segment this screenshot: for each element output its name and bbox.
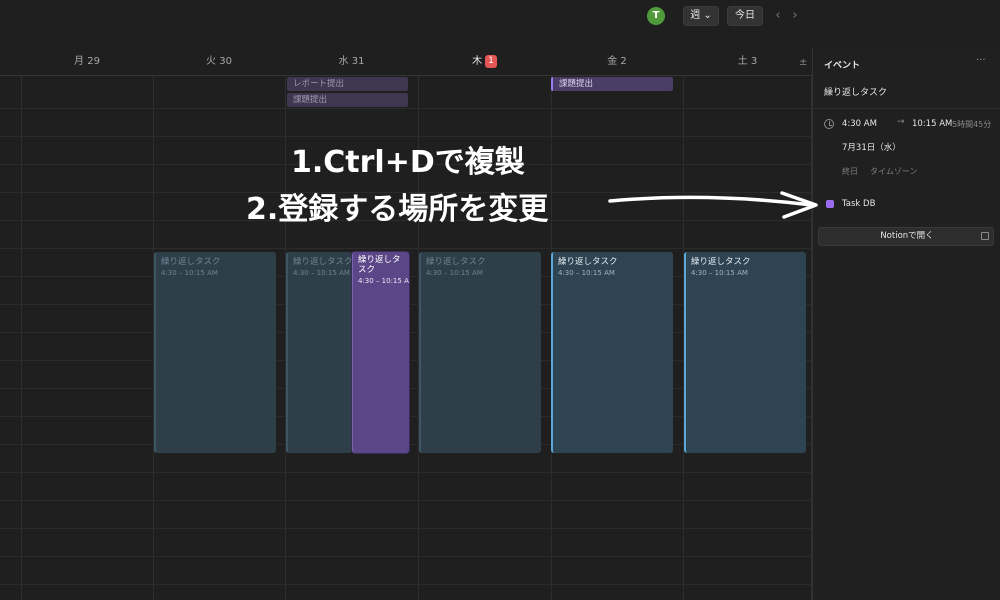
event-title: 繰り返しタスク xyxy=(293,257,352,267)
selected-calendar-event[interactable]: 繰り返しタスク 4:30 – 10:15 AM xyxy=(352,252,409,453)
timezone-button[interactable]: タイムゾーン xyxy=(870,166,917,177)
annotation-step-2: 2.登録する場所を変更 xyxy=(246,192,549,227)
open-in-notion-label: Notionで開く xyxy=(880,231,934,241)
allday-event[interactable]: レポート提出 xyxy=(287,77,408,91)
allday-event[interactable]: 課題提出 xyxy=(287,93,408,107)
user-avatar[interactable]: T xyxy=(647,7,665,25)
view-select-button[interactable]: 週 ⌄ xyxy=(683,6,719,26)
more-icon[interactable]: ··· xyxy=(976,55,986,66)
expand-icon[interactable]: ± xyxy=(799,57,807,68)
calendar-event[interactable]: 繰り返しタスク 4:30 – 10:15 AM xyxy=(286,252,352,453)
event-title: 繰り返しタスク xyxy=(426,257,486,267)
hour-line xyxy=(0,556,812,557)
hour-line xyxy=(0,472,812,473)
day-header-mon[interactable]: 月 29 xyxy=(21,48,153,76)
chevron-left-icon[interactable]: ‹ xyxy=(771,7,785,25)
event-title: 繰り返しタスク xyxy=(558,257,618,267)
event-time: 4:30 – 10:15 AM xyxy=(293,269,350,277)
allday-toggle[interactable]: 終日 xyxy=(842,166,858,177)
event-detail-panel: イベント ··· 繰り返しタスク 4:30 AM → 10:15 AM 5時間4… xyxy=(812,48,1000,600)
top-toolbar: T 週 ⌄ 今日 ‹ › xyxy=(0,0,1000,32)
annotation-arrow-icon xyxy=(608,191,818,219)
event-time: 4:30 – 10:15 AM xyxy=(426,269,483,277)
header-divider xyxy=(0,75,812,76)
event-time: 4:30 – 10:15 AM xyxy=(558,269,615,277)
event-title: 繰り返しタスク xyxy=(161,257,221,267)
calendar-event[interactable]: 繰り返しタスク 4:30 – 10:15 AM xyxy=(551,252,673,453)
day-label: 月 29 xyxy=(74,56,100,67)
calendar-event[interactable]: 繰り返しタスク 4:30 – 10:15 AM xyxy=(419,252,541,453)
day-header-sat[interactable]: 土 3 xyxy=(683,48,812,76)
annotation-step-1: 1.Ctrl+Dで複製 xyxy=(291,145,525,180)
chevron-right-icon[interactable]: › xyxy=(788,7,802,25)
calendar-event[interactable]: 繰り返しタスク 4:30 – 10:15 AM xyxy=(154,252,276,453)
start-time[interactable]: 4:30 AM xyxy=(842,119,877,129)
event-time: 4:30 – 10:15 AM xyxy=(358,277,409,285)
panel-title: イベント xyxy=(824,61,861,71)
today-date-badge: 1 xyxy=(485,54,497,68)
column-divider xyxy=(21,76,22,600)
duration-label: 5時間45分 xyxy=(952,120,992,129)
hour-line xyxy=(0,500,812,501)
event-title: 繰り返しタスク xyxy=(691,257,751,267)
event-date[interactable]: 7月31日（水） xyxy=(842,141,901,153)
arrow-right-icon: → xyxy=(897,117,905,127)
day-header-thu[interactable]: 木1 xyxy=(418,48,551,76)
calendar-event[interactable]: 繰り返しタスク 4:30 – 10:15 AM xyxy=(684,252,806,453)
day-label: 水 31 xyxy=(338,56,365,67)
panel-divider xyxy=(813,108,1000,109)
day-label: 火 30 xyxy=(206,56,232,67)
day-label: 金 2 xyxy=(607,56,627,67)
end-time[interactable]: 10:15 AM xyxy=(912,119,952,129)
day-header-fri[interactable]: 金 2 xyxy=(551,48,683,76)
database-selector[interactable]: Task DB xyxy=(842,199,875,209)
hour-line xyxy=(0,528,812,529)
hour-line xyxy=(0,584,812,585)
day-label: 木 xyxy=(472,56,483,67)
allday-event[interactable]: 課題提出 xyxy=(551,77,673,91)
event-time: 4:30 – 10:15 AM xyxy=(691,269,748,277)
hour-line xyxy=(0,108,812,109)
event-time: 4:30 – 10:15 AM xyxy=(161,269,218,277)
hour-line xyxy=(0,248,812,249)
day-header-wed[interactable]: 水 31 xyxy=(285,48,418,76)
event-title: 繰り返しタスク xyxy=(358,255,401,275)
database-color-icon xyxy=(826,200,834,208)
event-name-field[interactable]: 繰り返しタスク xyxy=(824,85,887,98)
day-header-tue[interactable]: 火 30 xyxy=(153,48,285,76)
today-button[interactable]: 今日 xyxy=(727,6,763,26)
external-link-icon xyxy=(981,232,989,240)
clock-icon xyxy=(824,119,834,129)
day-label: 土 3 xyxy=(737,56,758,67)
open-in-notion-button[interactable]: Notionで開く xyxy=(818,227,994,246)
